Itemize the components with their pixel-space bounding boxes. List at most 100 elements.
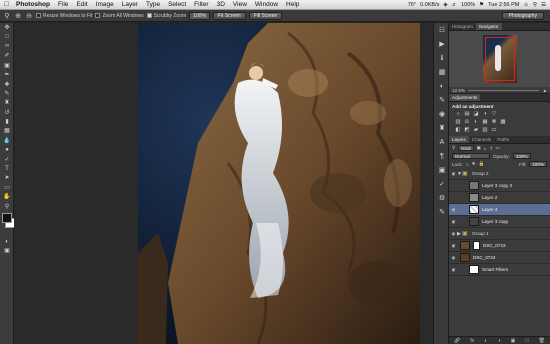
move-tool-icon[interactable]: ✥ (0, 23, 14, 32)
clone-stamp-tool-icon[interactable]: ♜ (0, 98, 14, 107)
swatches-panel-icon[interactable]: ▦ (434, 65, 450, 79)
gradient-tool-icon[interactable]: ▦ (0, 126, 14, 135)
threshold-icon[interactable]: ▰ (473, 127, 479, 133)
color-lookup-icon[interactable]: ▩ (500, 119, 506, 125)
navigator-zoom-slider[interactable] (468, 89, 540, 91)
lasso-tool-icon[interactable]: ∞ (0, 42, 14, 51)
dodge-tool-icon[interactable]: ● (0, 145, 14, 154)
layer-row[interactable]: ◉ ▶ ▣ Group 1 (449, 228, 550, 240)
zoom-in-icon[interactable]: ⊕ (14, 12, 22, 20)
navigator-zoom-value[interactable]: 12.5% (452, 88, 465, 93)
visibility-eye-icon[interactable]: ◉ (450, 255, 457, 261)
color-balance-icon[interactable]: ⚖ (464, 119, 470, 125)
brightness-contrast-icon[interactable]: ☼ (455, 111, 461, 117)
invert-icon[interactable]: ◧ (455, 127, 461, 133)
fit-screen-button[interactable]: Fit Screen (212, 11, 246, 20)
layer-row[interactable]: ◉ DSC_0723 (449, 240, 550, 252)
info-panel-icon[interactable]: ℹ (434, 51, 450, 65)
menu-image[interactable]: Image (92, 0, 118, 10)
properties-panel-icon[interactable]: ⚙ (434, 191, 450, 205)
vibrance-icon[interactable]: ▽ (491, 111, 497, 117)
zoom-tool-icon[interactable]: ⚲ (0, 201, 14, 210)
quick-mask-icon[interactable]: ◐ (0, 237, 14, 246)
history-panel-icon[interactable]: ☷ (434, 23, 450, 37)
zoom-all-windows-checkbox[interactable]: Zoom All Windows (95, 13, 144, 19)
visibility-eye-icon[interactable]: ◉ (450, 243, 457, 249)
clone-source-icon[interactable]: ♜ (434, 121, 450, 135)
layer-row[interactable]: ◉ Smart Filters (449, 264, 550, 276)
user-icon[interactable]: ☺ (523, 2, 529, 8)
battery-status[interactable]: 100% (461, 2, 475, 8)
gradient-map-icon[interactable]: ▨ (482, 127, 488, 133)
hand-tool-icon[interactable]: ✋ (0, 192, 14, 201)
zoom-tool-icon[interactable]: ⚲ (3, 12, 11, 20)
menu-select[interactable]: Select (164, 0, 190, 10)
scrubby-zoom-checkbox[interactable]: Scrubby Zoom (146, 13, 186, 19)
paragraph-panel-icon[interactable]: ¶ (434, 149, 450, 163)
menu-app[interactable]: Photoshop (12, 0, 54, 10)
blend-mode-select[interactable]: Normal (452, 153, 490, 159)
network-speed-status[interactable]: 0.0KB/s (420, 2, 439, 8)
new-adjustment-icon[interactable]: ◑ (497, 338, 500, 344)
filter-pixel-icon[interactable]: ▣ (477, 145, 481, 151)
eyedropper-tool-icon[interactable]: ✒ (0, 70, 14, 79)
posterize-icon[interactable]: ◩ (464, 127, 470, 133)
curves-icon[interactable]: ◪ (473, 111, 479, 117)
link-layers-icon[interactable]: 🔗 (454, 338, 460, 344)
crop-tool-icon[interactable]: ▣ (0, 61, 14, 70)
marquee-tool-icon[interactable]: □ (0, 32, 14, 41)
navigator-preview[interactable] (449, 31, 550, 87)
layer-row[interactable]: ◉ DSC_0724 (449, 252, 550, 264)
screen-mode-icon[interactable]: ▣ (0, 246, 14, 255)
paths-panel-icon[interactable]: ✓ (434, 177, 450, 191)
brush-presets-icon[interactable]: ◉ (434, 107, 450, 121)
tab-adjustments[interactable]: Adjustments (449, 94, 481, 101)
visibility-eye-icon[interactable]: ◉ (450, 171, 457, 177)
visibility-eye-icon[interactable]: ◉ (450, 267, 457, 273)
fill-screen-button[interactable]: Fill Screen (248, 11, 283, 20)
exposure-icon[interactable]: ◑ (482, 111, 488, 117)
levels-icon[interactable]: ▤ (464, 111, 470, 117)
character-panel-icon[interactable]: A (434, 135, 450, 149)
document-image[interactable] (138, 23, 420, 344)
new-group-icon[interactable]: ▣ (511, 338, 516, 344)
type-tool-icon[interactable]: T (0, 164, 14, 173)
menu-filter[interactable]: Filter (190, 0, 212, 10)
resize-windows-checkbox[interactable]: Resize Windows to Fit (36, 13, 92, 19)
clock[interactable]: Tue 2:56 PM (488, 2, 519, 8)
filter-shape-icon[interactable]: ▭ (496, 145, 500, 151)
hue-saturation-icon[interactable]: ▥ (455, 119, 461, 125)
layer-style-icon[interactable]: fx (470, 338, 474, 344)
zoom-value-field[interactable]: 100% (189, 11, 210, 20)
tab-layers[interactable]: Layers (449, 136, 469, 143)
quick-select-tool-icon[interactable]: ✐ (0, 51, 14, 60)
tab-histogram[interactable]: Histogram (449, 23, 476, 30)
layer-row[interactable]: Layer 3 copy 2 (449, 180, 550, 192)
menu-file[interactable]: File (54, 0, 72, 10)
black-white-icon[interactable]: ◐ (473, 119, 479, 125)
opacity-field[interactable]: 100% (512, 153, 531, 159)
channel-mixer-icon[interactable]: ❋ (491, 119, 497, 125)
actions-panel-icon[interactable]: ▶ (434, 37, 450, 51)
blur-tool-icon[interactable]: 💧 (0, 136, 14, 145)
shape-tool-icon[interactable]: ▭ (0, 183, 14, 192)
flag-icon[interactable]: ⚑ (479, 2, 484, 8)
menu-layer[interactable]: Layer (118, 0, 142, 10)
fill-field[interactable]: 100% (529, 161, 547, 167)
layer-row[interactable]: ◉ ▼ ▣ Group 2 (449, 168, 550, 180)
visibility-eye-icon[interactable]: ◉ (450, 219, 457, 225)
lock-all-icon[interactable]: 🔒 (479, 161, 485, 167)
menu-window[interactable]: Window (251, 0, 282, 10)
layer-row[interactable]: Layer 2 (449, 192, 550, 204)
menu-edit[interactable]: Edit (72, 0, 91, 10)
workspace-switcher[interactable]: Photography (501, 12, 544, 20)
volume-icon[interactable]: ♬ (452, 2, 458, 8)
eraser-tool-icon[interactable]: ▮ (0, 117, 14, 126)
tab-channels[interactable]: Channels (469, 136, 494, 143)
menu-type[interactable]: Type (142, 0, 164, 10)
new-layer-icon[interactable]: □ (525, 338, 528, 344)
brush-tool-icon[interactable]: ✎ (0, 89, 14, 98)
photo-filter-icon[interactable]: ▦ (482, 119, 488, 125)
layer-row-selected[interactable]: ◉ Layer 4 (449, 204, 550, 216)
history-brush-tool-icon[interactable]: ↺ (0, 108, 14, 117)
